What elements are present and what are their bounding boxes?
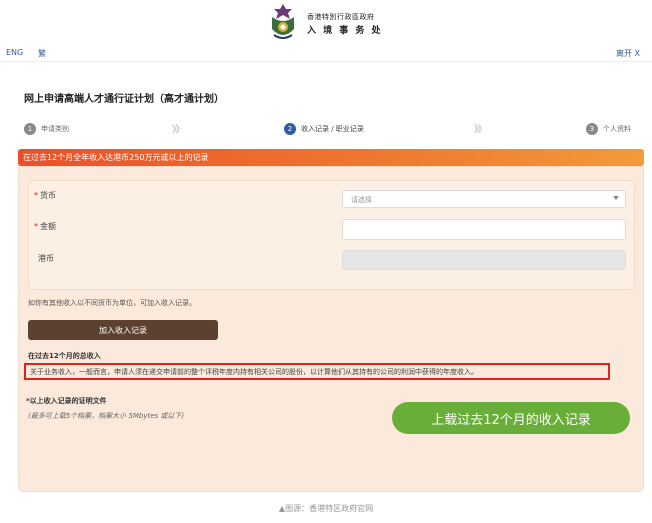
add-income-record-button[interactable]: 加入收入记录: [28, 320, 218, 340]
upload-title: *以上收入记录的证明文件: [26, 397, 107, 405]
amount-input[interactable]: [342, 219, 626, 240]
currency-select[interactable]: 请选择: [342, 190, 626, 208]
progress-steps: 1 申请类别 》》 2 收入记录 / 职业记录 》》 3 个人资料: [24, 122, 634, 136]
step-2: 2 收入记录 / 职业记录: [284, 122, 364, 136]
upload-income-record-button[interactable]: 上载过去12个月的收入记录: [392, 402, 630, 434]
department-name: 入 境 事 务 处: [307, 26, 383, 36]
page-title: 网上申请高端人才通行证计划（高才通计划）: [24, 94, 224, 105]
step-label: 个人资料: [603, 125, 631, 133]
chevron-down-icon: [613, 196, 619, 200]
hkd-label: 港币: [38, 254, 54, 263]
amount-label: * 金额: [34, 222, 56, 231]
department-cn: 香港特別行政區政府: [307, 13, 375, 21]
site-header: 香港特別行政區政府 入 境 事 务 处: [0, 0, 652, 44]
step-label: 收入记录 / 职业记录: [301, 125, 364, 133]
step-label: 申请类别: [41, 125, 69, 133]
exit-link[interactable]: 离开 X: [616, 48, 640, 59]
section-banner: 在过去12个月全年收入达港币250万元或以上的记录: [18, 149, 644, 166]
chevron-right-icon: 》》: [474, 125, 486, 135]
step-number: 1: [24, 123, 36, 135]
chevron-right-icon: 》》: [172, 125, 184, 135]
upload-note: (最多可上载5个档案，档案大小 5Mbytes 或以下): [28, 412, 185, 420]
total-income-title: 在过去12个月的总收入: [28, 352, 101, 360]
step-1: 1 申请类别: [24, 122, 69, 136]
step-3: 3 个人资料: [586, 122, 631, 136]
currency-label: * 货币: [34, 191, 56, 200]
hksar-emblem-icon: [272, 4, 294, 39]
multi-currency-hint: 如你有其他收入以不同货币为单位，可加入收入记录。: [28, 299, 196, 307]
hkd-amount-field: [342, 250, 626, 270]
image-source-caption: ▲图源：香港特区政府官网: [278, 504, 374, 513]
language-bar: ENG 繁 离开 X: [0, 46, 652, 62]
step-number: 3: [586, 123, 598, 135]
step-number: 2: [284, 123, 296, 135]
lang-traditional-link[interactable]: 繁: [38, 48, 46, 59]
total-income-note: 关于业务收入，一般而言，申请人须在递交申请前的整个评税年度内持有相关公司的股份，…: [24, 363, 610, 380]
lang-eng-link[interactable]: ENG: [6, 48, 23, 57]
